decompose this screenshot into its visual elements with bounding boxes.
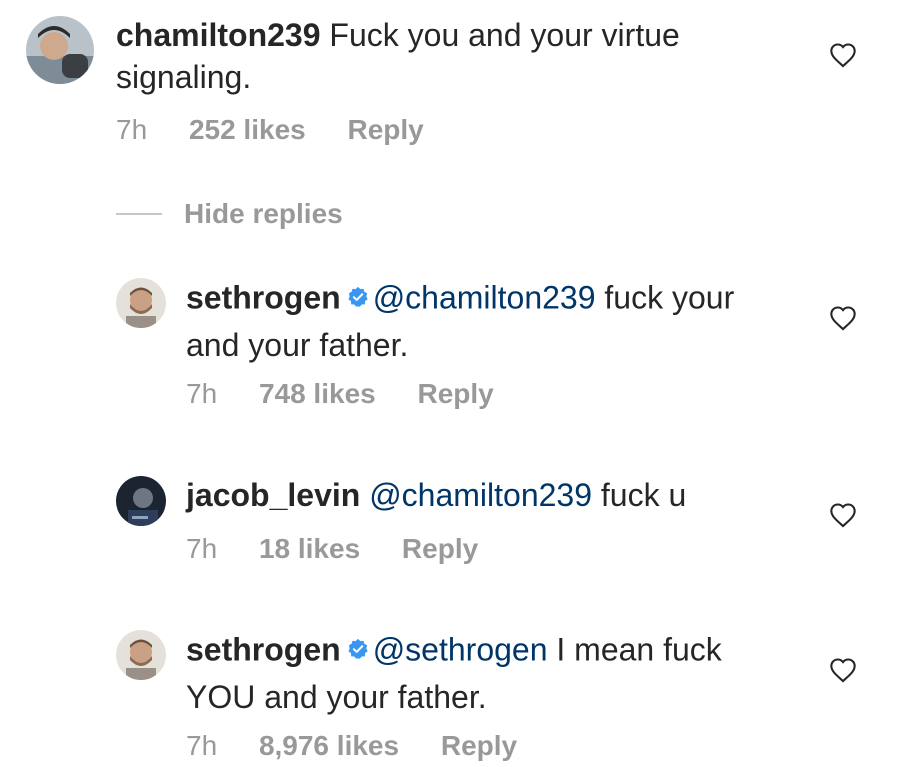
avatar[interactable] xyxy=(26,16,94,84)
likes-count[interactable]: 18 likes xyxy=(259,533,360,564)
mention-link[interactable]: @chamilton239 xyxy=(373,279,596,315)
comment-body: fuck u xyxy=(600,477,687,513)
reply-button[interactable]: Reply xyxy=(348,114,424,145)
hide-replies-toggle[interactable]: Hide replies xyxy=(116,196,343,232)
likes-count[interactable]: 252 likes xyxy=(189,114,306,145)
hide-replies-label: Hide replies xyxy=(184,198,343,229)
mention-link[interactable]: @sethrogen xyxy=(373,631,548,667)
comment-text: sethrogen @chamilton239 fuck your and you… xyxy=(186,276,786,366)
reply-button[interactable]: Reply xyxy=(402,533,478,564)
comment-text: chamilton239 Fuck you and your virtue si… xyxy=(116,14,776,98)
heart-icon[interactable] xyxy=(829,657,857,688)
likes-count[interactable]: 748 likes xyxy=(259,378,376,409)
timestamp: 7h xyxy=(186,730,218,761)
comment-text: sethrogen @sethrogen I mean fuck YOU and … xyxy=(186,628,786,718)
likes-count[interactable]: 8,976 likes xyxy=(259,730,399,761)
avatar[interactable] xyxy=(116,630,166,680)
verified-badge-icon xyxy=(347,628,369,670)
timestamp: 7h xyxy=(186,378,218,409)
reply-button[interactable]: Reply xyxy=(418,378,494,409)
username[interactable]: chamilton239 xyxy=(116,17,321,53)
heart-icon[interactable] xyxy=(829,502,857,533)
avatar[interactable] xyxy=(116,476,166,526)
comment-meta: 7h 748 likes Reply xyxy=(186,377,528,411)
timestamp: 7h xyxy=(116,114,148,145)
comment-meta: 7h 8,976 likes Reply xyxy=(186,729,551,763)
divider xyxy=(116,213,162,215)
comment-meta: 7h 18 likes Reply xyxy=(186,532,512,566)
timestamp: 7h xyxy=(186,533,218,564)
username[interactable]: sethrogen xyxy=(186,631,341,667)
comment-text: jacob_levin @chamilton239 fuck u xyxy=(186,474,786,516)
verified-badge-icon xyxy=(347,276,369,318)
heart-icon[interactable] xyxy=(829,42,857,73)
heart-icon[interactable] xyxy=(829,305,857,336)
username[interactable]: sethrogen xyxy=(186,279,341,315)
avatar[interactable] xyxy=(116,278,166,328)
username[interactable]: jacob_levin xyxy=(186,477,360,513)
comment-meta: 7h 252 likes Reply xyxy=(116,113,458,147)
reply-button[interactable]: Reply xyxy=(441,730,517,761)
mention-link[interactable]: @chamilton239 xyxy=(369,477,592,513)
